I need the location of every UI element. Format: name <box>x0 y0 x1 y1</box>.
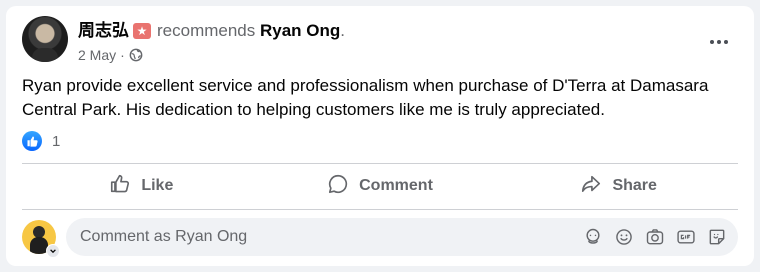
comment-button[interactable]: Comment <box>261 166 500 206</box>
sticker-icon[interactable] <box>705 226 728 249</box>
emoji-icon[interactable] <box>612 226 635 249</box>
like-label: Like <box>141 177 174 194</box>
comment-composer <box>22 218 738 258</box>
divider <box>22 163 738 164</box>
post-date[interactable]: 2 May <box>78 47 116 63</box>
comment-icon <box>327 173 349 200</box>
reaction-count: 1 <box>52 132 61 150</box>
globe-icon <box>129 48 143 66</box>
post-text: Ryan provide excellent service and profe… <box>22 76 709 119</box>
like-button[interactable]: Like <box>22 166 261 206</box>
author-avatar[interactable] <box>22 16 68 62</box>
divider <box>22 209 738 210</box>
share-icon <box>580 173 602 200</box>
chevron-down-icon[interactable] <box>46 244 60 258</box>
share-label: Share <box>612 177 657 194</box>
title-suffix: . <box>340 21 346 40</box>
comment-input[interactable] <box>66 218 581 256</box>
share-button[interactable]: Share <box>499 166 738 206</box>
composer-tools <box>581 226 738 249</box>
comment-box <box>66 218 738 256</box>
recommend-badge: ★ <box>133 23 151 39</box>
post-actions: Like Comment Share <box>22 166 738 206</box>
reactions-summary[interactable]: 1 <box>22 130 60 152</box>
more-options-icon[interactable] <box>704 32 734 52</box>
avatar-sticker-icon[interactable] <box>581 226 604 249</box>
post-header: 周志弘 ★ recommends Ryan Ong. 2 May · <box>22 16 738 68</box>
author-name[interactable]: 周志弘 <box>78 21 129 40</box>
like-icon <box>109 173 131 200</box>
comment-label: Comment <box>359 177 433 194</box>
meta-separator: · <box>120 47 125 63</box>
recommend-verb: recommends <box>157 21 256 40</box>
camera-icon[interactable] <box>643 226 666 249</box>
gif-icon[interactable] <box>674 226 697 249</box>
post-card: 周志弘 ★ recommends Ryan Ong. 2 May · Ryan pro… <box>6 6 754 266</box>
post-meta: 2 May · <box>78 46 143 66</box>
like-reaction-icon <box>22 131 42 151</box>
recommended-page-name[interactable]: Ryan Ong <box>260 21 340 40</box>
post-title-line: 周志弘 ★ recommends Ryan Ong. <box>78 20 345 42</box>
